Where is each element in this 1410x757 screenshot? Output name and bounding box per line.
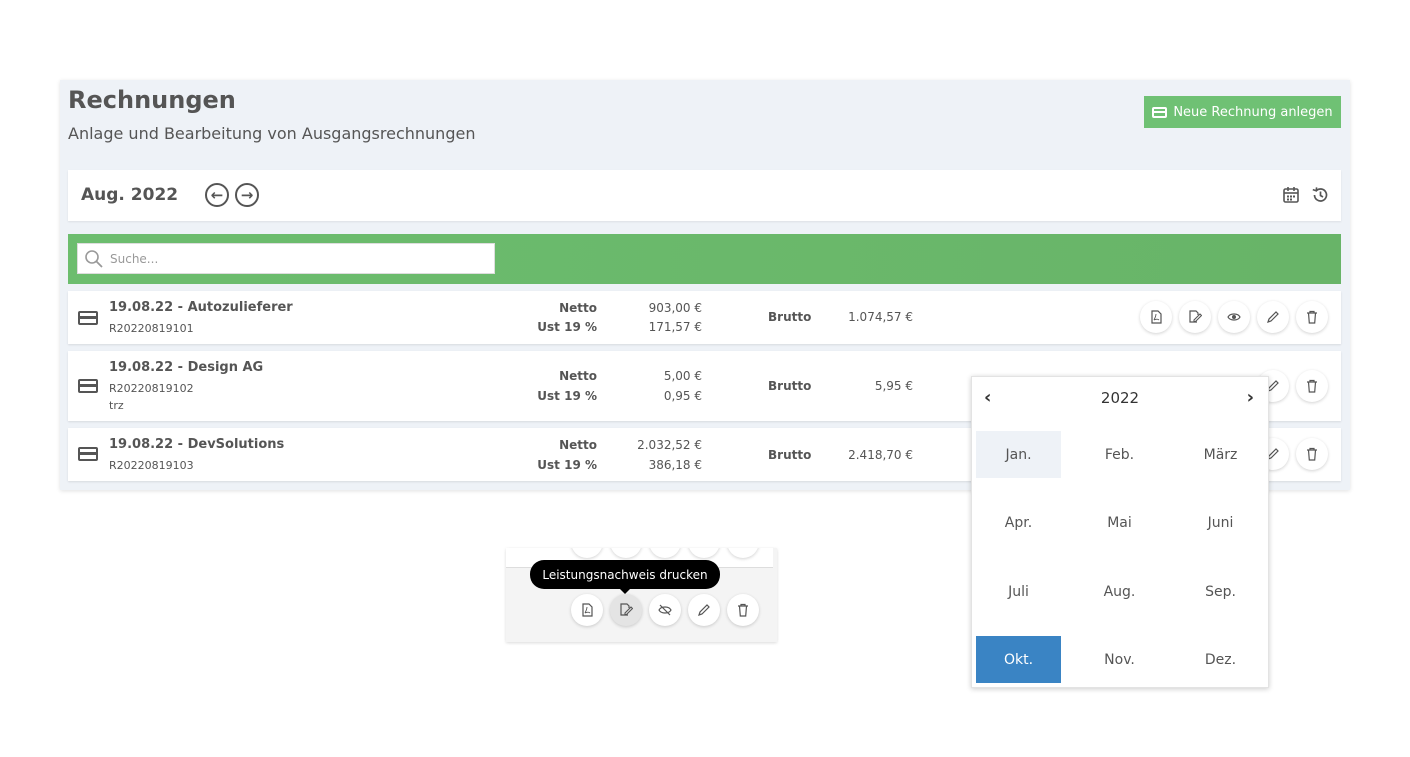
credit-card-icon [1152,106,1168,118]
month-cell[interactable]: Jan. [976,431,1061,478]
new-invoice-label: Neue Rechnung anlegen [1173,104,1333,120]
view-button[interactable] [1218,301,1250,333]
page-title: Rechnungen [68,86,236,114]
invoice-number: R20220819101 [109,322,194,335]
pencil-icon [1267,311,1279,323]
brutto-label: Brutto [768,379,812,393]
month-cell[interactable]: Okt. [976,636,1061,683]
next-year-button[interactable]: › [1247,387,1254,408]
trash-icon [1307,310,1317,324]
pdf-icon [1151,310,1162,324]
ust-label: Ust 19 % [537,458,597,472]
brutto-label: Brutto [768,448,812,462]
pdf-button[interactable] [1140,301,1172,333]
history-icon[interactable] [1311,186,1329,204]
month-picker-popup: ‹ 2022 › Jan. Feb. März Apr. Mai Juni Juli Aug.… [971,376,1269,688]
edit-button [688,548,720,558]
month-cell[interactable]: Juli [976,568,1061,615]
month-cell[interactable]: März [1178,431,1263,478]
search-icon [85,249,103,268]
hide-button [649,548,681,558]
calendar-icon[interactable] [1282,186,1300,204]
delete-button[interactable] [727,594,759,626]
print-proof-button [610,548,642,558]
invoice-title: 19.08.22 - Autozulieferer [109,300,293,315]
file-edit-icon [1189,310,1202,323]
edit-button[interactable] [1257,301,1289,333]
arrow-left-icon: ← [210,185,224,204]
month-cell[interactable]: Nov. [1077,636,1162,683]
brutto-value: 5,95 € [874,379,913,393]
invoice-title: 19.08.22 - Design AG [109,360,264,375]
edit-button[interactable] [688,594,720,626]
search-bar [68,234,1341,284]
brutto-label: Brutto [768,310,812,324]
delete-button[interactable] [1296,370,1328,402]
invoice-row[interactable]: 19.08.22 - Autozulieferer R20220819101 N… [68,291,1341,344]
hide-button[interactable] [649,594,681,626]
month-cell[interactable]: Mai [1077,499,1162,546]
month-cell[interactable]: Apr. [976,499,1061,546]
month-cell[interactable]: Aug. [1077,568,1162,615]
month-cell[interactable]: Sep. [1178,568,1263,615]
eye-icon [1227,313,1241,321]
tooltip: Leistungsnachweis drucken [530,560,720,594]
month-navigation-bar: Aug. 2022 ← → [68,170,1341,221]
month-cell[interactable]: Juni [1178,499,1263,546]
brutto-value: 2.418,70 € [848,448,913,462]
picker-year[interactable]: 2022 [972,389,1268,407]
netto-label: Netto [559,369,597,383]
new-invoice-button[interactable]: Neue Rechnung anlegen [1144,96,1341,128]
month-cell[interactable]: Feb. [1077,431,1162,478]
next-month-button[interactable]: → [235,183,259,207]
netto-value: 5,00 € [663,369,702,383]
pencil-icon [698,604,710,616]
arrow-right-icon: → [240,185,254,204]
credit-card-icon [78,447,98,461]
month-cell[interactable]: Dez. [1178,636,1263,683]
netto-label: Netto [559,438,597,452]
ust-value: 386,18 € [648,458,702,472]
credit-card-icon [78,379,98,393]
page-subtitle: Anlage und Bearbeitung von Ausgangsrechn… [68,124,476,143]
eye-off-icon [658,604,672,616]
ust-label: Ust 19 % [537,389,597,403]
pdf-icon [582,603,593,617]
pdf-button [571,548,603,558]
delete-button[interactable] [1296,438,1328,470]
ust-label: Ust 19 % [537,320,597,334]
trash-icon [738,603,748,617]
invoice-number: R20220819103 [109,459,194,472]
ust-value: 0,95 € [663,389,702,403]
delete-button[interactable] [1296,301,1328,333]
pdf-button[interactable] [571,594,603,626]
prev-month-button[interactable]: ← [205,183,229,207]
invoice-number: R20220819102 [109,382,194,395]
print-proof-button[interactable] [610,594,642,626]
netto-label: Netto [559,301,597,315]
invoice-title: 19.08.22 - DevSolutions [109,437,285,452]
search-input[interactable] [110,251,490,266]
credit-card-icon [78,311,98,325]
file-edit-icon [620,603,633,616]
netto-value: 903,00 € [648,301,702,315]
current-month-label[interactable]: Aug. 2022 [81,185,178,205]
trash-icon [1307,379,1317,393]
delete-button [727,548,759,558]
netto-value: 2.032,52 € [637,438,702,452]
print-proof-button[interactable] [1179,301,1211,333]
ust-value: 171,57 € [648,320,702,334]
brutto-value: 1.074,57 € [848,310,913,324]
search-field[interactable] [77,243,495,274]
invoice-note: trz [109,399,124,412]
trash-icon [1307,447,1317,461]
